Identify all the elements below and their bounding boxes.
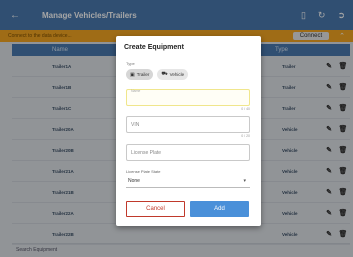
chip-vehicle-label: Vehicle [169, 72, 185, 77]
license-plate-state-label: License Plate State [126, 169, 161, 174]
type-chip-group: ▣ Trailer ⛟ Vehicle [126, 69, 189, 80]
cancel-button[interactable]: Cancel [126, 201, 185, 217]
vin-counter: 0 / 20 [241, 134, 250, 138]
type-label: Type [126, 61, 135, 66]
truck-icon: ⛟ [161, 71, 168, 77]
chevron-down-icon: ▾ [243, 178, 246, 184]
vin-field[interactable]: VIN [126, 116, 250, 133]
dialog-title: Create Equipment [124, 44, 184, 51]
license-plate-state-select[interactable]: None ▾ [126, 176, 250, 188]
license-plate-field[interactable]: License Plate [126, 144, 250, 161]
name-field[interactable]: Name [126, 89, 250, 106]
name-field-label: Name [131, 89, 141, 93]
chip-trailer-label: Trailer [136, 72, 150, 77]
license-plate-state-value: None [128, 178, 140, 184]
chip-trailer[interactable]: ▣ Trailer [126, 69, 154, 80]
name-counter: 0 / 40 [241, 107, 250, 111]
add-button[interactable]: Add [190, 201, 249, 217]
chip-vehicle[interactable]: ⛟ Vehicle [157, 69, 189, 80]
create-equipment-dialog: Create Equipment Type ▣ Trailer ⛟ Vehicl… [116, 36, 261, 226]
trailer-icon: ▣ [130, 71, 135, 78]
